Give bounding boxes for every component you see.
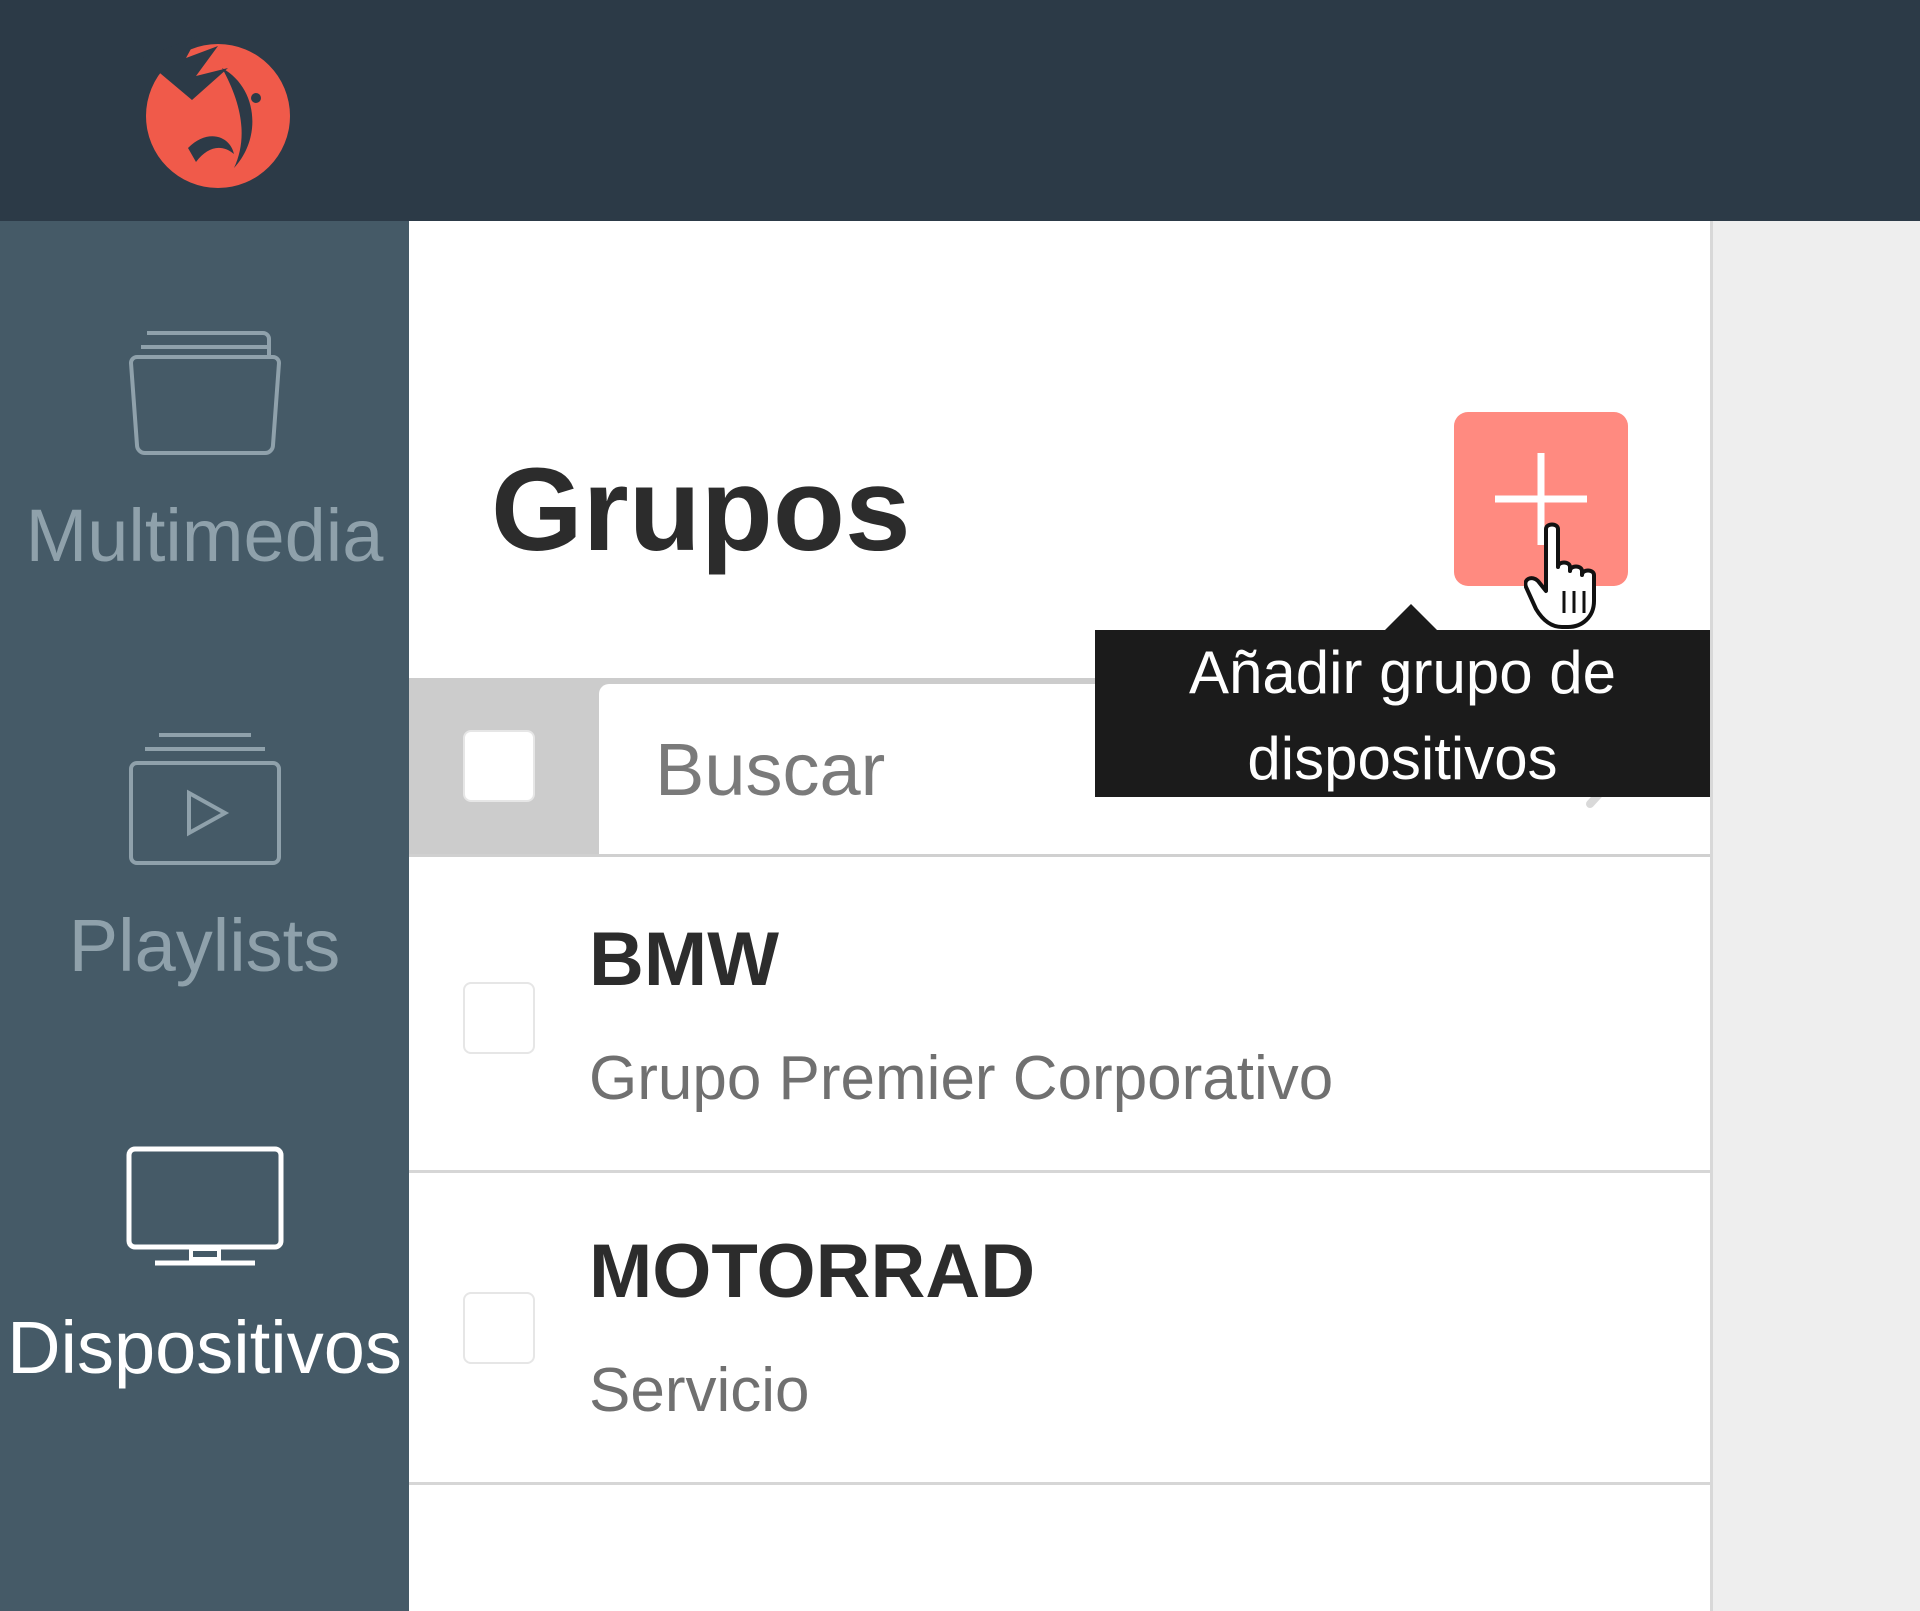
groups-panel: Grupos BMW Grupo Premier Corporativo MOT… xyxy=(409,221,1710,1611)
group-name: MOTORRAD xyxy=(589,1229,1036,1314)
list-item[interactable]: MOTORRAD Servicio xyxy=(409,1172,1710,1485)
list-item[interactable]: BMW Grupo Premier Corporativo xyxy=(409,860,1710,1173)
hand-cursor-icon xyxy=(1524,522,1596,629)
fox-logo-icon[interactable] xyxy=(138,28,292,196)
page-title: Grupos xyxy=(491,444,911,576)
group-name: BMW xyxy=(589,917,779,1002)
group-description: Servicio xyxy=(589,1356,810,1425)
sidebar-item-multimedia[interactable]: Multimedia xyxy=(0,327,409,573)
panel-divider xyxy=(1710,221,1713,1611)
sidebar-item-label: Playlists xyxy=(68,904,341,987)
group-description: Grupo Premier Corporativo xyxy=(589,1044,1334,1113)
add-group-tooltip: Añadir grupo de dispositivos xyxy=(1095,604,1710,797)
folder-icon xyxy=(128,331,281,455)
sidebar-item-dispositivos[interactable]: Dispositivos xyxy=(0,1145,409,1385)
sidebar-item-playlists[interactable]: Playlists xyxy=(0,731,409,983)
select-all-checkbox[interactable] xyxy=(463,730,535,802)
sidebar: Multimedia Playlists Dispositivos xyxy=(0,221,409,1611)
sidebar-item-label: Dispositivos xyxy=(7,1306,402,1389)
tooltip-text: Añadir grupo de dispositivos xyxy=(1189,639,1616,792)
row-checkbox[interactable] xyxy=(463,1292,535,1364)
row-checkbox[interactable] xyxy=(463,982,535,1054)
top-bar xyxy=(0,0,1920,221)
monitor-icon xyxy=(126,1146,283,1266)
playlist-icon xyxy=(128,733,281,865)
sidebar-item-label: Multimedia xyxy=(25,494,384,577)
